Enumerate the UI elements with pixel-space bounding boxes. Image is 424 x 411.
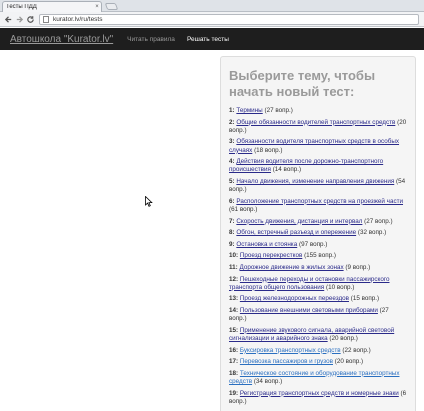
topic-link[interactable]: Проезд железнодорожных переездов — [240, 295, 349, 302]
reload-icon[interactable] — [25, 14, 35, 24]
topic-link[interactable]: Остановка и стоянка — [236, 241, 297, 248]
topic-item: 1: Термины (27 вопр.) — [229, 107, 407, 115]
topic-question-count: (9 вопр.) — [345, 263, 371, 271]
topic-number: 10: — [229, 252, 239, 260]
topic-item: 19: Регистрация транспортных средств и н… — [229, 390, 407, 406]
forward-arrow-icon[interactable] — [14, 14, 24, 24]
topic-link[interactable]: Проезд перекрестков — [240, 252, 302, 259]
topic-question-count: (61 вопр.) — [229, 205, 258, 213]
topic-item: 6: Расположение транспортных средств на … — [229, 198, 407, 214]
nav-link-read-rules[interactable]: Читать правила — [127, 36, 175, 43]
brand-link[interactable]: Автошкола "Kurator.lv" — [10, 34, 113, 45]
topic-link[interactable]: Скорость движения, дистанция и интервал — [236, 218, 362, 225]
topic-item: 12: Пешеходные переходы и остановки пасс… — [229, 276, 407, 292]
site-navbar: Автошкола "Kurator.lv" Читать правила Ре… — [0, 28, 424, 50]
topic-item: 11: Дорожное движение в жилых зонах (9 в… — [229, 264, 407, 272]
browser-toolbar: kurator.lv/ru/tests — [0, 12, 424, 27]
topic-question-count: (20 вопр.) — [334, 358, 364, 366]
topic-number: 19: — [229, 389, 239, 397]
topic-link[interactable]: Начало движения, изменение направления д… — [236, 178, 394, 185]
topic-number: 18: — [229, 369, 239, 377]
topic-link[interactable]: Действия водителя после дорожно-транспор… — [229, 158, 383, 173]
topic-number: 6: — [229, 197, 235, 205]
url-text: kurator.lv/ru/tests — [53, 15, 103, 23]
topic-list: 1: Термины (27 вопр.) 2: Общие обязанност… — [229, 107, 407, 406]
mouse-cursor-icon — [145, 196, 153, 207]
topic-question-count: (15 вопр.) — [350, 295, 380, 303]
topic-number: 11: — [229, 263, 238, 271]
topic-question-count: (20 вопр.) — [329, 334, 358, 342]
topic-question-count: (155 вопр.) — [304, 252, 336, 260]
topic-question-count: (32 вопр.) — [357, 229, 387, 237]
topic-link[interactable]: Перевозка пассажиров и грузов — [240, 358, 333, 365]
topic-number: 14: — [229, 306, 239, 314]
topic-link[interactable]: Регистрация транспортных средств и номер… — [240, 390, 399, 397]
topic-question-count: (34 вопр.) — [253, 377, 283, 385]
topic-link[interactable]: Пользование внешними световыми приборами — [240, 307, 378, 314]
topic-item: 9: Остановка и стоянка (97 вопр.) — [229, 241, 407, 249]
topic-item: 10: Проезд перекрестков (155 вопр.) — [229, 252, 407, 260]
topic-number: 1: — [229, 107, 235, 114]
topic-item: 16: Буксировка транспортных средств (22 … — [229, 347, 407, 355]
topic-number: 8: — [229, 229, 235, 237]
topic-question-count: (22 вопр.) — [342, 346, 371, 354]
topic-link[interactable]: Термины — [236, 107, 262, 114]
topic-item: 3: Обязанности водителя транспортных сре… — [229, 138, 407, 154]
topic-link[interactable]: Буксировка транспортных средств — [240, 347, 341, 354]
topic-number: 15: — [229, 326, 239, 334]
topic-link[interactable]: Общие обязанности водителей транспортных… — [236, 119, 395, 126]
topic-number: 7: — [229, 217, 235, 225]
page-icon — [43, 15, 49, 23]
topic-item: 15: Применение звукового сигнала, аварий… — [229, 327, 407, 343]
nav-link-solve-tests[interactable]: Решать тесты — [187, 36, 229, 43]
topic-question-count: (97 вопр.) — [298, 240, 328, 248]
panel-title: Выберите тему, чтобы начать новый тест: — [229, 68, 376, 99]
topic-item: 4: Действия водителя после дорожно-транс… — [229, 158, 407, 174]
topic-number: 2: — [229, 118, 235, 126]
new-tab-button[interactable] — [104, 3, 119, 10]
topic-number: 5: — [229, 177, 235, 185]
tab-close-icon[interactable]: × — [93, 4, 101, 10]
topic-item: 18: Техническое состояние и оборудование… — [229, 370, 407, 386]
topic-number: 17: — [229, 358, 239, 366]
topic-number: 12: — [229, 275, 239, 283]
topic-panel: Выберите тему, чтобы начать новый тест: … — [220, 56, 416, 411]
topic-question-count: (14 вопр.) — [272, 166, 302, 174]
topic-item: 7: Скорость движения, дистанция и интерв… — [229, 218, 407, 226]
topic-number: 3: — [229, 138, 235, 146]
topic-question-count: (27 вопр.) — [364, 217, 393, 225]
topic-number: 9: — [229, 240, 235, 248]
topic-question-count: (27 вопр.) — [264, 107, 293, 114]
back-arrow-icon[interactable] — [3, 14, 13, 24]
topic-link[interactable]: Дорожное движение в жилых зонах — [240, 264, 344, 271]
tab-title: Тесты ПДД — [6, 4, 37, 10]
topic-link[interactable]: Обгон, встречный разъезд и опережение — [236, 229, 356, 236]
topic-item: 13: Проезд железнодорожных переездов (15… — [229, 295, 407, 303]
browser-tab[interactable]: Тесты ПДД × — [2, 1, 102, 12]
address-bar[interactable]: kurator.lv/ru/tests — [39, 13, 419, 25]
topic-link[interactable]: Расположение транспортных средств на про… — [236, 198, 403, 205]
topic-number: 4: — [229, 158, 235, 166]
topic-link[interactable]: Пешеходные переходы и остановки пассажир… — [229, 276, 390, 291]
topic-link[interactable]: Применение звукового сигнала, аварийной … — [229, 327, 394, 342]
topic-item: 14: Пользование внешними световыми прибо… — [229, 307, 407, 323]
topic-item: 5: Начало движения, изменение направлени… — [229, 178, 407, 194]
topic-item: 17: Перевозка пассажиров и грузов (20 во… — [229, 358, 407, 366]
topic-number: 13: — [229, 295, 239, 303]
browser-tab-strip: Тесты ПДД × — [0, 0, 424, 12]
topic-item: 8: Обгон, встречный разъезд и опережение… — [229, 229, 407, 237]
topic-question-count: (18 вопр.) — [254, 146, 283, 154]
topic-question-count: (10 вопр.) — [325, 283, 355, 291]
topic-number: 16: — [229, 346, 239, 354]
topic-item: 2: Общие обязанности водителей транспорт… — [229, 119, 407, 135]
